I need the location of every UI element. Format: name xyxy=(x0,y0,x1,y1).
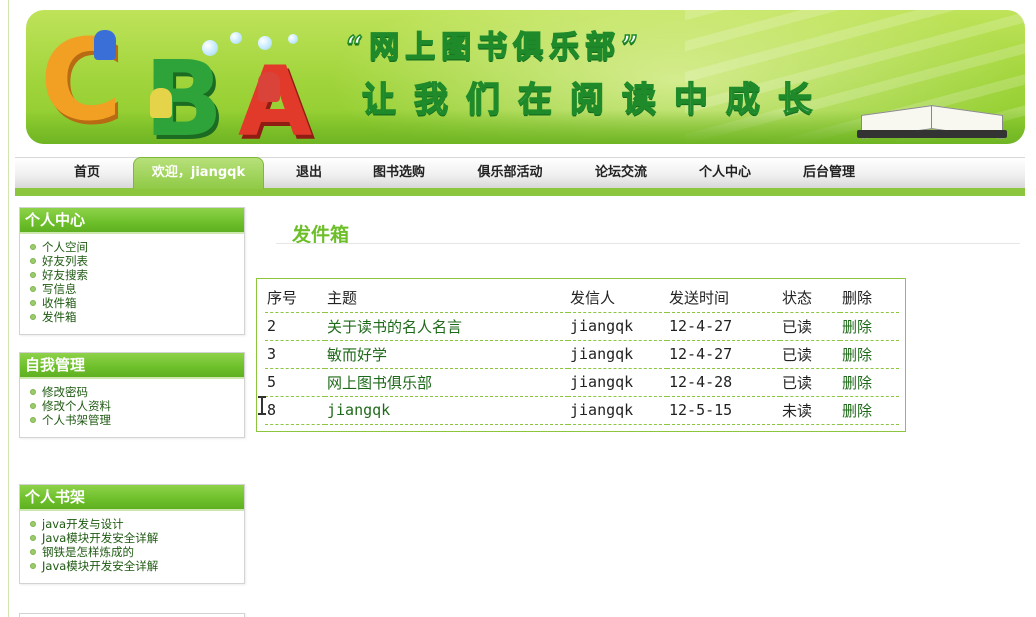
bookshelf-item[interactable]: Java模块开发安全详解 xyxy=(30,531,244,545)
bookshelf-item[interactable]: java开发与设计 xyxy=(30,517,244,531)
cell-id: 3 xyxy=(265,340,325,369)
outbox-panel: 序号 主题 发信人 发送时间 状态 删除 2 关于读书的名人名言 jiangqk… xyxy=(256,278,906,432)
nav-club-activities[interactable]: 俱乐部活动 xyxy=(469,158,551,189)
sidebar-item-edit-profile[interactable]: 修改个人资料 xyxy=(30,399,244,413)
subject-link[interactable]: 网上图书俱乐部 xyxy=(325,368,568,397)
nav-home[interactable]: 首页 xyxy=(61,158,113,189)
cell-time: 12-4-28 xyxy=(667,368,780,397)
bullet-icon xyxy=(30,521,36,527)
sidebar-personal-center: 个人中心 个人空间 好友列表 好友搜索 写信息 收件箱 发件箱 xyxy=(19,207,245,335)
nav-book-shopping[interactable]: 图书选购 xyxy=(361,158,437,189)
bullet-icon xyxy=(30,417,36,423)
delete-link[interactable]: 删除 xyxy=(840,396,899,425)
bullet-icon xyxy=(30,549,36,555)
cell-time: 12-4-27 xyxy=(667,312,780,341)
sidebar-item-friend-list[interactable]: 好友列表 xyxy=(30,254,244,268)
text-cursor-icon xyxy=(258,396,266,415)
bullet-icon xyxy=(30,389,36,395)
column-header-subject: 主题 xyxy=(325,284,568,313)
bullet-icon xyxy=(30,563,36,569)
column-header-id: 序号 xyxy=(265,284,325,313)
kid-figure-icon xyxy=(258,72,280,102)
sidebar-section-title: 个人书架 xyxy=(20,485,244,511)
banner-title: “网上图书俱乐部” xyxy=(345,29,645,66)
nav-welcome-user[interactable]: 欢迎，jiangqk xyxy=(133,157,264,189)
cell-status: 已读 xyxy=(780,340,840,369)
cell-id: 2 xyxy=(265,312,325,341)
subject-link[interactable]: 敏而好学 xyxy=(325,340,568,369)
sidebar-item-personal-space[interactable]: 个人空间 xyxy=(30,240,244,254)
cell-status: 已读 xyxy=(780,312,840,341)
nav-admin[interactable]: 后台管理 xyxy=(793,158,865,189)
bookshelf-item[interactable]: Java模块开发安全详解 xyxy=(30,559,244,573)
sidebar-bookshelf: 个人书架 java开发与设计 Java模块开发安全详解 钢铁是怎样炼成的 Jav… xyxy=(19,484,245,584)
bookshelf-item[interactable]: 钢铁是怎样炼成的 xyxy=(30,545,244,559)
sidebar-item-outbox[interactable]: 发件箱 xyxy=(30,310,244,324)
sidebar-item-inbox[interactable]: 收件箱 xyxy=(30,296,244,310)
table-row: 2 关于读书的名人名言 jiangqk 12-4-27 已读 删除 xyxy=(265,312,899,341)
cell-sender: jiangqk xyxy=(568,368,667,397)
subject-link[interactable]: 关于读书的名人名言 xyxy=(325,312,568,341)
delete-link[interactable]: 删除 xyxy=(840,340,899,369)
nav-personal-center[interactable]: 个人中心 xyxy=(689,158,761,189)
delete-link[interactable]: 删除 xyxy=(840,368,899,397)
bubble-icon xyxy=(258,36,272,50)
bubble-icon xyxy=(230,32,242,44)
sidebar-item-change-password[interactable]: 修改密码 xyxy=(30,385,244,399)
bullet-icon xyxy=(30,286,36,292)
bullet-icon xyxy=(30,403,36,409)
sidebar-section-title: 个人中心 xyxy=(20,208,244,234)
bubble-icon xyxy=(202,40,218,56)
nav-logout[interactable]: 退出 xyxy=(283,158,335,189)
sidebar-self-management: 自我管理 修改密码 修改个人资料 个人书架管理 xyxy=(19,352,245,438)
bullet-icon xyxy=(30,258,36,264)
bullet-icon xyxy=(30,314,36,320)
subject-link[interactable]: jiangqk xyxy=(325,396,568,425)
cell-status: 未读 xyxy=(780,396,840,425)
bullet-icon xyxy=(30,244,36,250)
column-header-status: 状态 xyxy=(780,284,840,313)
sidebar-item-write-message[interactable]: 写信息 xyxy=(30,282,244,296)
kid-figure-icon xyxy=(94,30,116,60)
table-header-row: 序号 主题 发信人 发送时间 状态 删除 xyxy=(265,284,899,313)
cell-sender: jiangqk xyxy=(568,312,667,341)
sidebar-item-bookshelf-manage[interactable]: 个人书架管理 xyxy=(30,413,244,427)
table-row: 3 敏而好学 jiangqk 12-4-27 已读 删除 xyxy=(265,340,899,369)
nav-forum[interactable]: 论坛交流 xyxy=(585,158,657,189)
cell-sender: jiangqk xyxy=(568,340,667,369)
column-header-time: 发送时间 xyxy=(667,284,780,313)
sidebar-item-friend-search[interactable]: 好友搜索 xyxy=(30,268,244,282)
table-row: 5 网上图书俱乐部 jiangqk 12-4-28 已读 删除 xyxy=(265,368,899,397)
bullet-icon xyxy=(30,535,36,541)
site-banner: C B A “网上图书俱乐部” 让我们在阅读中成长 xyxy=(26,10,1025,144)
column-header-delete: 删除 xyxy=(840,284,899,313)
cell-time: 12-5-15 xyxy=(667,396,780,425)
outbox-table: 序号 主题 发信人 发送时间 状态 删除 2 关于读书的名人名言 jiangqk… xyxy=(265,284,899,425)
kid-figure-icon xyxy=(150,88,172,118)
cell-sender: jiangqk xyxy=(568,396,667,425)
bullet-icon xyxy=(30,300,36,306)
cell-id: 8 xyxy=(265,396,325,425)
open-book-icon xyxy=(857,104,1007,140)
bullet-icon xyxy=(30,272,36,278)
sidebar-next-box xyxy=(19,613,245,617)
cell-id: 5 xyxy=(265,368,325,397)
cell-time: 12-4-27 xyxy=(667,340,780,369)
column-header-sender: 发信人 xyxy=(568,284,667,313)
cell-status: 已读 xyxy=(780,368,840,397)
delete-link[interactable]: 删除 xyxy=(840,312,899,341)
bubble-icon xyxy=(288,34,298,44)
title-divider xyxy=(276,243,1020,244)
main-nav: 首页 欢迎，jiangqk 退出 图书选购 俱乐部活动 论坛交流 个人中心 后台… xyxy=(15,157,1025,196)
banner-slogan: 让我们在阅读中成长 xyxy=(361,79,830,121)
sidebar-section-title: 自我管理 xyxy=(20,353,244,379)
table-row: 8 jiangqk jiangqk 12-5-15 未读 删除 xyxy=(265,396,899,425)
